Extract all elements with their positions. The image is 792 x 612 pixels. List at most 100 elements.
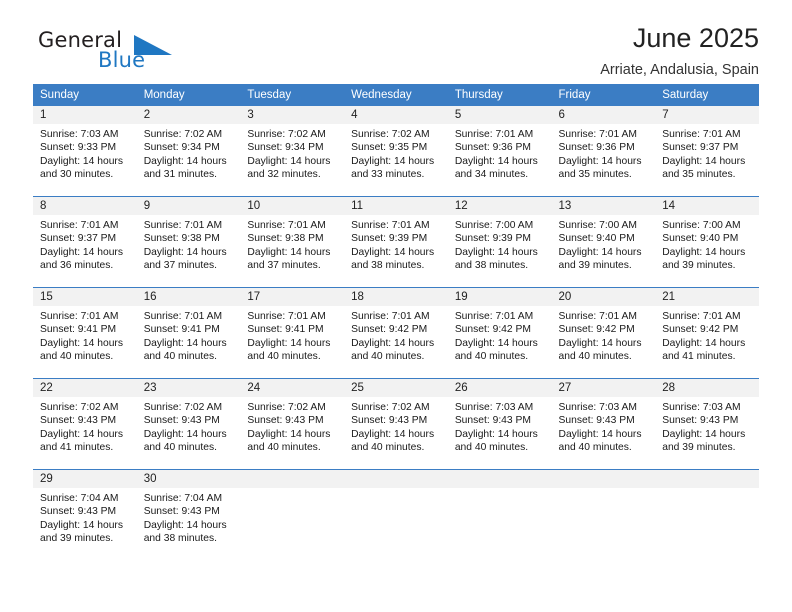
day-number: 27: [551, 379, 656, 397]
day-cell[interactable]: 7 Sunrise: 7:01 AM Sunset: 9:37 PM Daylight…: [655, 106, 759, 197]
sunset-text: Sunset: 9:38 PM: [247, 233, 324, 245]
day-number: 3: [240, 106, 345, 124]
sunset-text: Sunset: 9:41 PM: [143, 324, 220, 336]
day-number: 10: [240, 197, 345, 215]
sunrise-text: Sunrise: 7:03 AM: [558, 402, 637, 413]
sunrise-text: Sunrise: 7:02 AM: [247, 402, 326, 413]
daylight-text-line2: and 40 minutes.: [247, 350, 321, 362]
daylight-text-line1: Daylight: 14 hours: [662, 155, 746, 167]
title-block: June 2025 Arriate, Andalusia, Spain: [600, 22, 759, 80]
daylight-text-line2: and 40 minutes.: [454, 350, 529, 362]
day-cell[interactable]: 1 Sunrise: 7:03 AM Sunset: 9:33 PM Daylight…: [33, 106, 137, 197]
day-number: 9: [136, 197, 241, 215]
sunset-text: Sunset: 9:43 PM: [351, 415, 428, 427]
day-number: 4: [344, 106, 448, 124]
day-cell[interactable]: 5 Sunrise: 7:01 AM Sunset: 9:36 PM Daylight…: [447, 106, 552, 197]
day-cell[interactable]: 24 Sunrise: 7:02 AM Sunset: 9:43 PM Dayligh…: [240, 378, 345, 470]
day-details: Sunrise: 7:00 AM Sunset: 9:40 PM Daylight:…: [552, 215, 656, 272]
sunrise-text: Sunrise: 7:01 AM: [351, 220, 430, 231]
day-details: Sunrise: 7:03 AM Sunset: 9:33 PM Daylight:…: [33, 124, 137, 181]
day-cell[interactable]: 25 Sunrise: 7:02 AM Sunset: 9:43 PM Dayligh…: [344, 378, 448, 470]
day-cell[interactable]: 23 Sunrise: 7:02 AM Sunset: 9:43 PM Dayligh…: [136, 378, 241, 470]
sunset-text: Sunset: 9:43 PM: [662, 415, 739, 427]
day-details: Sunrise: 7:02 AM Sunset: 9:43 PM Daylight:…: [344, 397, 448, 454]
day-details: Sunrise: 7:03 AM Sunset: 9:43 PM Daylight:…: [448, 397, 552, 454]
day-details: Sunrise: 7:01 AM Sunset: 9:42 PM Daylight:…: [448, 306, 552, 363]
day-cell[interactable]: 29 Sunrise: 7:04 AM Sunset: 9:43 PM Dayligh…: [33, 469, 137, 560]
general-blue-logo[interactable]: General Blue: [38, 28, 218, 78]
day-cell[interactable]: 21 Sunrise: 7:01 AM Sunset: 9:42 PM Dayligh…: [655, 287, 759, 379]
daylight-text-line1: Daylight: 14 hours: [558, 155, 642, 167]
sunset-text: Sunset: 9:41 PM: [247, 324, 324, 336]
day-number: 24: [240, 379, 345, 397]
day-cell[interactable]: 27 Sunrise: 7:03 AM Sunset: 9:43 PM Dayligh…: [551, 378, 656, 470]
day-details: Sunrise: 7:01 AM Sunset: 9:37 PM Daylight:…: [33, 215, 137, 272]
day-details: Sunrise: 7:01 AM Sunset: 9:37 PM Daylight:…: [655, 124, 759, 181]
day-number: 7: [655, 106, 759, 124]
daylight-text-line1: Daylight: 14 hours: [247, 428, 331, 440]
day-number: 19: [447, 288, 552, 306]
day-cell[interactable]: 6 Sunrise: 7:01 AM Sunset: 9:36 PM Daylight…: [551, 106, 656, 197]
day-cell[interactable]: 10 Sunrise: 7:01 AM Sunset: 9:38 PM Dayligh…: [240, 196, 345, 288]
weekday-header-friday: Friday: [551, 84, 656, 106]
day-number: 30: [136, 470, 241, 488]
day-cell[interactable]: 12 Sunrise: 7:00 AM Sunset: 9:39 PM Dayligh…: [447, 196, 552, 288]
day-cell-empty: [240, 469, 345, 560]
day-details: Sunrise: 7:03 AM Sunset: 9:43 PM Daylight:…: [655, 397, 759, 454]
daylight-text-line1: Daylight: 14 hours: [143, 428, 227, 440]
daylight-text-line1: Daylight: 14 hours: [662, 246, 746, 258]
sunset-text: Sunset: 9:43 PM: [40, 415, 117, 427]
daylight-text-line1: Daylight: 14 hours: [351, 337, 435, 349]
day-cell-empty: [551, 469, 656, 560]
daylight-text-line1: Daylight: 14 hours: [351, 155, 435, 167]
day-cell[interactable]: 18 Sunrise: 7:01 AM Sunset: 9:42 PM Dayligh…: [344, 287, 448, 379]
calendar-body: 1 Sunrise: 7:03 AM Sunset: 9:33 PM Daylight…: [33, 106, 759, 560]
day-cell[interactable]: 17 Sunrise: 7:01 AM Sunset: 9:41 PM Dayligh…: [240, 287, 345, 379]
day-number: [551, 470, 656, 488]
sunset-text: Sunset: 9:37 PM: [40, 233, 117, 245]
sunset-text: Sunset: 9:39 PM: [351, 233, 428, 245]
sunset-text: Sunset: 9:34 PM: [247, 142, 324, 154]
day-number: 13: [551, 197, 656, 215]
daylight-text-line1: Daylight: 14 hours: [143, 246, 227, 258]
calendar-week-row: 8 Sunrise: 7:01 AM Sunset: 9:37 PM Daylight…: [33, 196, 759, 288]
day-cell[interactable]: 20 Sunrise: 7:01 AM Sunset: 9:42 PM Dayligh…: [551, 287, 656, 379]
day-number: 29: [33, 470, 137, 488]
day-cell[interactable]: 4 Sunrise: 7:02 AM Sunset: 9:35 PM Daylight…: [344, 106, 448, 197]
day-cell[interactable]: 13 Sunrise: 7:00 AM Sunset: 9:40 PM Dayligh…: [551, 196, 656, 288]
day-number: [447, 470, 552, 488]
sunset-text: Sunset: 9:43 PM: [558, 415, 635, 427]
day-cell[interactable]: 11 Sunrise: 7:01 AM Sunset: 9:39 PM Dayligh…: [344, 196, 448, 288]
sunrise-text: Sunrise: 7:01 AM: [558, 311, 637, 322]
day-cell[interactable]: 8 Sunrise: 7:01 AM Sunset: 9:37 PM Daylight…: [33, 196, 137, 288]
daylight-text-line1: Daylight: 14 hours: [40, 519, 123, 531]
sunrise-text: Sunrise: 7:01 AM: [143, 311, 223, 322]
day-cell[interactable]: 26 Sunrise: 7:03 AM Sunset: 9:43 PM Dayligh…: [447, 378, 552, 470]
day-cell[interactable]: 16 Sunrise: 7:01 AM Sunset: 9:41 PM Dayligh…: [136, 287, 241, 379]
day-cell-empty: [447, 469, 552, 560]
daylight-text-line1: Daylight: 14 hours: [40, 337, 123, 349]
daylight-text-line1: Daylight: 14 hours: [454, 337, 538, 349]
daylight-text-line2: and 39 minutes.: [558, 259, 632, 271]
day-details: Sunrise: 7:01 AM Sunset: 9:38 PM Daylight:…: [137, 215, 241, 272]
daylight-text-line2: and 38 minutes.: [143, 532, 217, 544]
day-cell[interactable]: 2 Sunrise: 7:02 AM Sunset: 9:34 PM Daylight…: [136, 106, 241, 197]
sunrise-text: Sunrise: 7:01 AM: [662, 129, 741, 140]
day-cell-empty: [344, 469, 448, 560]
sunrise-text: Sunrise: 7:02 AM: [143, 402, 223, 413]
day-cell[interactable]: 30 Sunrise: 7:04 AM Sunset: 9:43 PM Dayligh…: [136, 469, 241, 560]
day-cell[interactable]: 28 Sunrise: 7:03 AM Sunset: 9:43 PM Dayligh…: [655, 378, 759, 470]
day-cell[interactable]: 9 Sunrise: 7:01 AM Sunset: 9:38 PM Daylight…: [136, 196, 241, 288]
sunrise-text: Sunrise: 7:02 AM: [247, 129, 326, 140]
day-number: 1: [33, 106, 137, 124]
day-details: Sunrise: 7:01 AM Sunset: 9:36 PM Daylight:…: [552, 124, 656, 181]
daylight-text-line2: and 41 minutes.: [40, 441, 114, 453]
day-cell[interactable]: 3 Sunrise: 7:02 AM Sunset: 9:34 PM Daylight…: [240, 106, 345, 197]
day-cell[interactable]: 22 Sunrise: 7:02 AM Sunset: 9:43 PM Dayligh…: [33, 378, 137, 470]
day-cell[interactable]: 15 Sunrise: 7:01 AM Sunset: 9:41 PM Dayligh…: [33, 287, 137, 379]
daylight-text-line2: and 39 minutes.: [40, 532, 114, 544]
calendar-page: General Blue June 2025 Arriate, Andalusi…: [0, 0, 792, 612]
day-cell[interactable]: 14 Sunrise: 7:00 AM Sunset: 9:40 PM Dayligh…: [655, 196, 759, 288]
day-cell[interactable]: 19 Sunrise: 7:01 AM Sunset: 9:42 PM Dayligh…: [447, 287, 552, 379]
day-number: 8: [33, 197, 137, 215]
